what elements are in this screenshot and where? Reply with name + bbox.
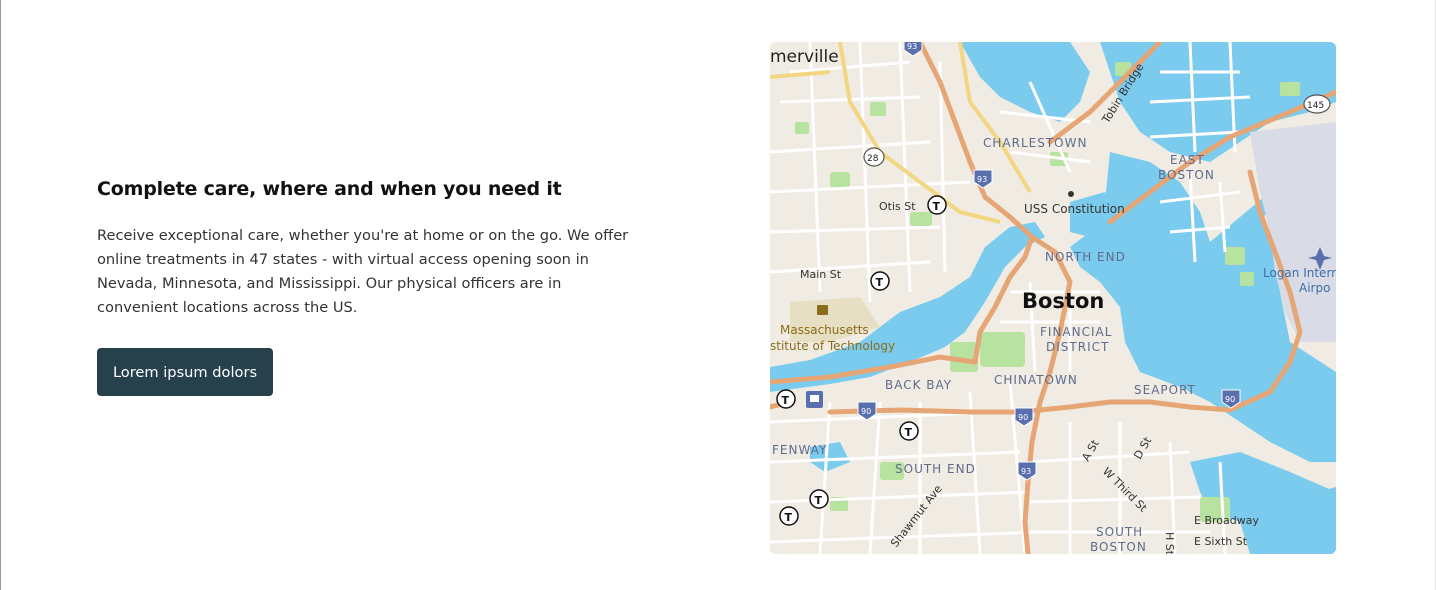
label-financial-1: FINANCIAL bbox=[1040, 325, 1112, 339]
uss-constitution-marker bbox=[1068, 191, 1074, 197]
label-otis-st: Otis St bbox=[879, 200, 916, 213]
care-section: Complete care, where and when you need i… bbox=[97, 178, 657, 320]
page-left-border bbox=[0, 0, 1, 590]
svg-text:93: 93 bbox=[1021, 467, 1031, 476]
label-financial-2: DISTRICT bbox=[1046, 340, 1109, 354]
section-description: Receive exceptional care, whether you're… bbox=[97, 227, 629, 316]
label-airport-1: Logan Intern bbox=[1263, 266, 1336, 280]
svg-text:T: T bbox=[876, 276, 884, 289]
label-south-end: SOUTH END bbox=[895, 462, 976, 476]
route-28-shield-icon: 28 bbox=[863, 147, 885, 167]
label-airport-2: Airpo bbox=[1299, 281, 1330, 295]
label-south-boston-1: SOUTH bbox=[1096, 525, 1143, 539]
label-uss-constitution: USS Constitution bbox=[1024, 202, 1125, 216]
svg-text:T: T bbox=[933, 200, 941, 213]
map-canvas[interactable]: merville CHARLESTOWN EAST BOSTON NORTH E… bbox=[770, 42, 1336, 554]
cta-button[interactable]: Lorem ipsum dolors bbox=[97, 348, 273, 396]
svg-text:T: T bbox=[815, 494, 823, 507]
transit-t-icon: T bbox=[776, 389, 796, 409]
label-back-bay: BACK BAY bbox=[885, 378, 952, 392]
label-north-end: NORTH END bbox=[1045, 250, 1126, 264]
transit-t-icon: T bbox=[927, 195, 947, 215]
train-station-icon bbox=[806, 391, 823, 408]
svg-text:T: T bbox=[782, 394, 790, 407]
label-boston: Boston bbox=[1022, 289, 1104, 313]
svg-text:90: 90 bbox=[1225, 395, 1235, 404]
svg-text:90: 90 bbox=[1018, 413, 1028, 422]
label-mit-1: Massachusetts bbox=[780, 323, 869, 337]
label-somerville: merville bbox=[770, 47, 839, 67]
boston-map[interactable]: merville CHARLESTOWN EAST BOSTON NORTH E… bbox=[770, 42, 1336, 554]
section-title: Complete care, where and when you need i… bbox=[97, 178, 562, 200]
svg-text:T: T bbox=[905, 426, 913, 439]
svg-text:28: 28 bbox=[867, 154, 879, 164]
label-seaport: SEAPORT bbox=[1134, 383, 1196, 397]
label-e-sixth-st: E Sixth St bbox=[1194, 535, 1248, 548]
svg-text:93: 93 bbox=[977, 175, 987, 184]
label-east-boston-2: BOSTON bbox=[1158, 168, 1215, 182]
label-main-st: Main St bbox=[800, 268, 842, 281]
label-chinatown: CHINATOWN bbox=[994, 373, 1078, 387]
transit-t-icon: T bbox=[779, 506, 799, 526]
label-e-broadway: E Broadway bbox=[1194, 514, 1259, 527]
label-east-boston-1: EAST bbox=[1170, 153, 1205, 167]
svg-text:T: T bbox=[785, 511, 793, 524]
transit-t-icon: T bbox=[870, 271, 890, 291]
label-south-boston-2: BOSTON bbox=[1090, 540, 1147, 554]
university-icon bbox=[817, 305, 828, 315]
transit-t-icon: T bbox=[809, 489, 829, 509]
transit-t-icon: T bbox=[899, 421, 919, 441]
svg-text:93: 93 bbox=[907, 42, 917, 51]
label-charlestown: CHARLESTOWN bbox=[983, 136, 1087, 150]
svg-text:90: 90 bbox=[861, 407, 871, 416]
label-mit-2: stitute of Technology bbox=[770, 339, 895, 353]
svg-text:145: 145 bbox=[1307, 101, 1324, 111]
label-fenway: FENWAY bbox=[772, 443, 827, 457]
label-h-st: H St bbox=[1163, 532, 1176, 554]
route-145-shield-icon: 145 bbox=[1303, 94, 1331, 114]
